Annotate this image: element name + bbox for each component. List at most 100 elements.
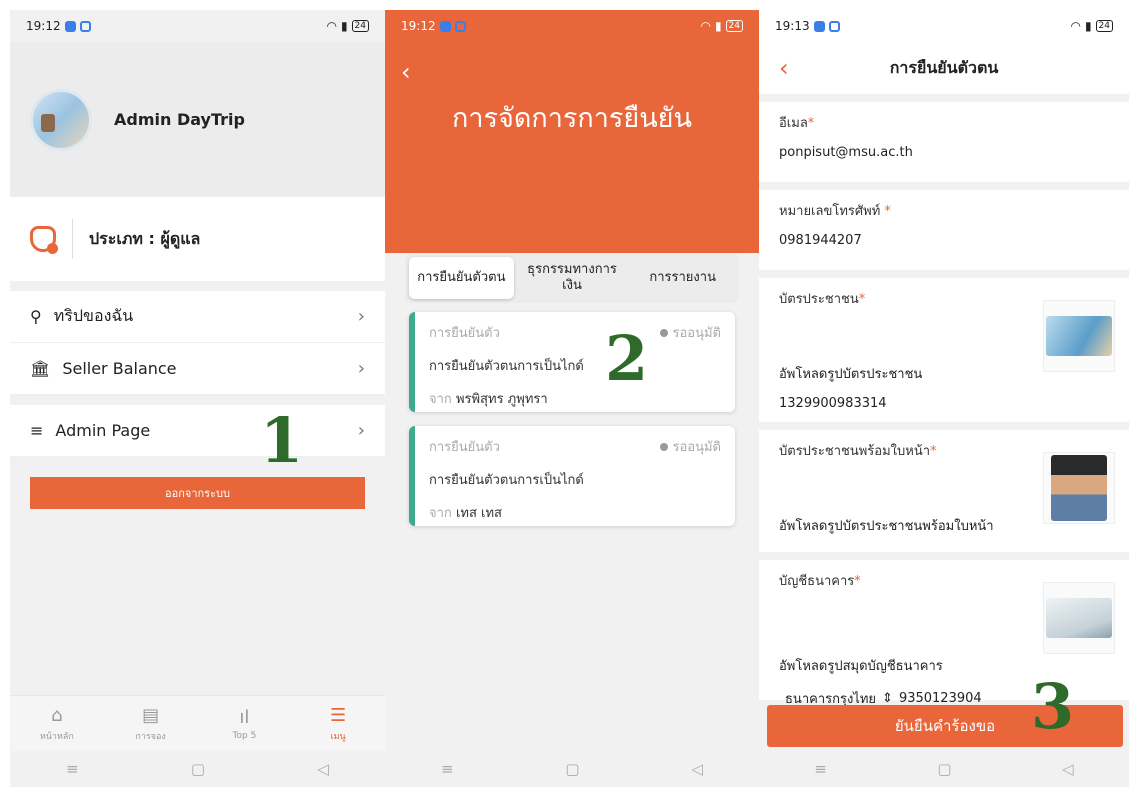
status-dot-icon	[659, 329, 668, 337]
email-section: อีเมล* ponpisut@msu.ac.th	[759, 102, 1129, 182]
menu-icon: ☰	[330, 704, 347, 726]
home-icon: ⌂	[51, 704, 63, 726]
status-bar: 19:12 ◠ ▮ 24	[10, 10, 385, 42]
tab-top5[interactable]: ıl Top 5	[209, 707, 279, 741]
card-type: การยืนยันตัว	[429, 440, 500, 455]
id-face-image[interactable]	[1043, 452, 1115, 524]
required-mark: *	[858, 292, 866, 307]
id-card-image[interactable]	[1043, 300, 1115, 372]
menu-item-my-trips[interactable]: ⚲ ทริปของฉัน ›	[10, 291, 385, 343]
page-title: การยืนยันตัวตน	[889, 57, 999, 77]
back-icon[interactable]: ‹	[779, 54, 809, 82]
menu-item-admin-page[interactable]: ≡ Admin Page ›	[10, 405, 385, 457]
back-nav-icon[interactable]: ◁	[691, 760, 703, 778]
card-type: การยืนยันตัว	[429, 326, 500, 341]
system-nav-bar: ≡ ▢ ◁	[385, 751, 759, 787]
phone-value: 0981944207	[779, 233, 862, 248]
tab-reports[interactable]: การรายงาน	[630, 257, 735, 299]
tab-home[interactable]: ⌂ หน้าหลัก	[22, 705, 92, 743]
back-nav-icon[interactable]: ◁	[1062, 760, 1074, 778]
home-nav-icon[interactable]: ▢	[937, 760, 951, 778]
tab-menu[interactable]: ☰ เมนู	[303, 705, 373, 743]
status-time: 19:13	[775, 19, 810, 33]
verification-card[interactable]: การยืนยันตัว รออนุมัติ การยืนยันตัวตนการเ…	[409, 426, 735, 526]
tab-financial-transactions[interactable]: ธุรกรรมทางการเงิน	[520, 257, 625, 299]
logout-button[interactable]: ออกจากระบบ	[30, 477, 365, 509]
status-dot-icon	[659, 443, 668, 451]
bank-account-number: 9350123904	[898, 691, 982, 706]
bank-label: บัญชีธนาคาร	[779, 574, 855, 589]
card-title: การยืนยันตัวตนการเป็นไกด์	[429, 359, 584, 374]
system-nav-bar: ≡ ▢ ◁	[759, 751, 1129, 787]
status-time: 19:12	[26, 19, 61, 33]
search-notification-icon	[79, 20, 91, 32]
id-face-section: บัตรประชาชนพร้อมใบหน้า* อัพโหลดรูปบัตรปร…	[759, 430, 1129, 552]
menu-list: ⚲ ทริปของฉัน › 🏛 Seller Balance ›	[10, 291, 385, 395]
verification-management-screen: 19:12 ◠ ▮ 24 ‹ การจัดการการยืนยัน การยืนยั…	[385, 10, 759, 787]
header: ‹ การยืนยันตัวตน	[759, 42, 1129, 94]
avatar[interactable]	[30, 88, 92, 151]
battery-icon: 24	[725, 20, 743, 32]
recents-icon[interactable]: ≡	[66, 760, 79, 778]
identity-verification-screen: 19:13 ◠ ▮ 24 ‹ การยืนยันตัวตน อีเมล* ponpi…	[759, 10, 1129, 787]
admin-menu: ≡ Admin Page ›	[10, 405, 385, 457]
status-bar: 19:12 ◠ ▮ 24	[385, 10, 759, 42]
role-row: ประเภท : ผู้ดูแล	[10, 197, 385, 281]
sort-icon: ⇕	[882, 691, 893, 706]
bank-book-photo	[1046, 598, 1112, 638]
menu-item-seller-balance[interactable]: 🏛 Seller Balance ›	[10, 343, 385, 395]
requester-name: พรพิสุทร ภูพุทรา	[455, 392, 548, 407]
tab-label: เมนู	[330, 731, 346, 742]
bar-chart-icon: ıl	[239, 706, 250, 728]
tab-label: หน้าหลัก	[39, 731, 74, 742]
status-bar: 19:13 ◠ ▮ 24	[759, 10, 1129, 42]
profile-header: Admin DayTrip	[10, 42, 385, 197]
status-badge: รออนุมัติ	[659, 436, 722, 457]
home-nav-icon[interactable]: ▢	[565, 760, 579, 778]
tab-bookings[interactable]: ▤ การจอง	[116, 705, 186, 743]
card-title: การยืนยันตัวตนการเป็นไกด์	[429, 473, 584, 488]
signal-icon: ▮	[714, 19, 722, 33]
receipt-icon: ▤	[142, 704, 160, 726]
bottom-tab-bar: ⌂ หน้าหลัก ▤ การจอง ıl Top 5 ☰ เมนู	[10, 695, 385, 751]
chevron-right-icon: ›	[357, 358, 365, 379]
recents-icon[interactable]: ≡	[814, 760, 827, 778]
app-notification-icon	[813, 20, 825, 32]
chevron-right-icon: ›	[357, 420, 365, 441]
menu-item-label: Seller Balance	[62, 359, 177, 378]
id-face-label: บัตรประชาชนพร้อมใบหน้า	[779, 444, 931, 459]
shield-user-icon	[30, 226, 58, 254]
bank-book-image[interactable]	[1043, 582, 1115, 654]
required-mark: *	[807, 116, 815, 131]
page-title: การจัดการการยืนยัน	[452, 103, 692, 134]
step-number-3: 3	[1031, 670, 1075, 743]
phone-label: หมายเลขโทรศัพท์	[779, 204, 885, 219]
back-nav-icon[interactable]: ◁	[317, 760, 329, 778]
id-card-label: บัตรประชาชน	[779, 292, 859, 307]
status-text: รออนุมัติ	[672, 440, 722, 455]
menu-item-label: ทริปของฉัน	[53, 306, 134, 325]
battery-icon: 24	[351, 20, 369, 32]
wifi-icon: ◠	[700, 19, 711, 33]
tab-identity-verification[interactable]: การยืนยันตัวตน	[409, 257, 514, 299]
step-number-2: 2	[605, 322, 649, 395]
header: 19:12 ◠ ▮ 24 ‹ การจัดการการยืนยัน	[385, 10, 759, 253]
segmented-tabs: การยืนยันตัวตน ธุรกรรมทางการเงิน การรายง…	[405, 253, 739, 303]
email-label: อีเมล	[779, 116, 808, 131]
required-mark: *	[884, 204, 891, 219]
location-pin-icon: ⚲	[30, 307, 42, 326]
back-icon[interactable]: ‹	[401, 58, 411, 86]
id-face-photo	[1051, 455, 1107, 521]
required-mark: *	[854, 574, 861, 589]
wifi-icon: ◠	[1070, 19, 1081, 33]
step-number-1: 1	[260, 404, 304, 477]
from-label: จาก	[429, 392, 452, 407]
status-badge: รออนุมัติ	[659, 322, 721, 343]
tab-label: Top 5	[232, 730, 257, 741]
recents-icon[interactable]: ≡	[441, 760, 454, 778]
requester-name: เทส เทส	[455, 506, 502, 521]
status-time: 19:12	[401, 19, 436, 33]
verification-card[interactable]: การยืนยันตัว รออนุมัติ การยืนยันตัวตนการเ…	[409, 312, 735, 412]
home-nav-icon[interactable]: ▢	[191, 760, 205, 778]
app-notification-icon	[64, 20, 76, 32]
